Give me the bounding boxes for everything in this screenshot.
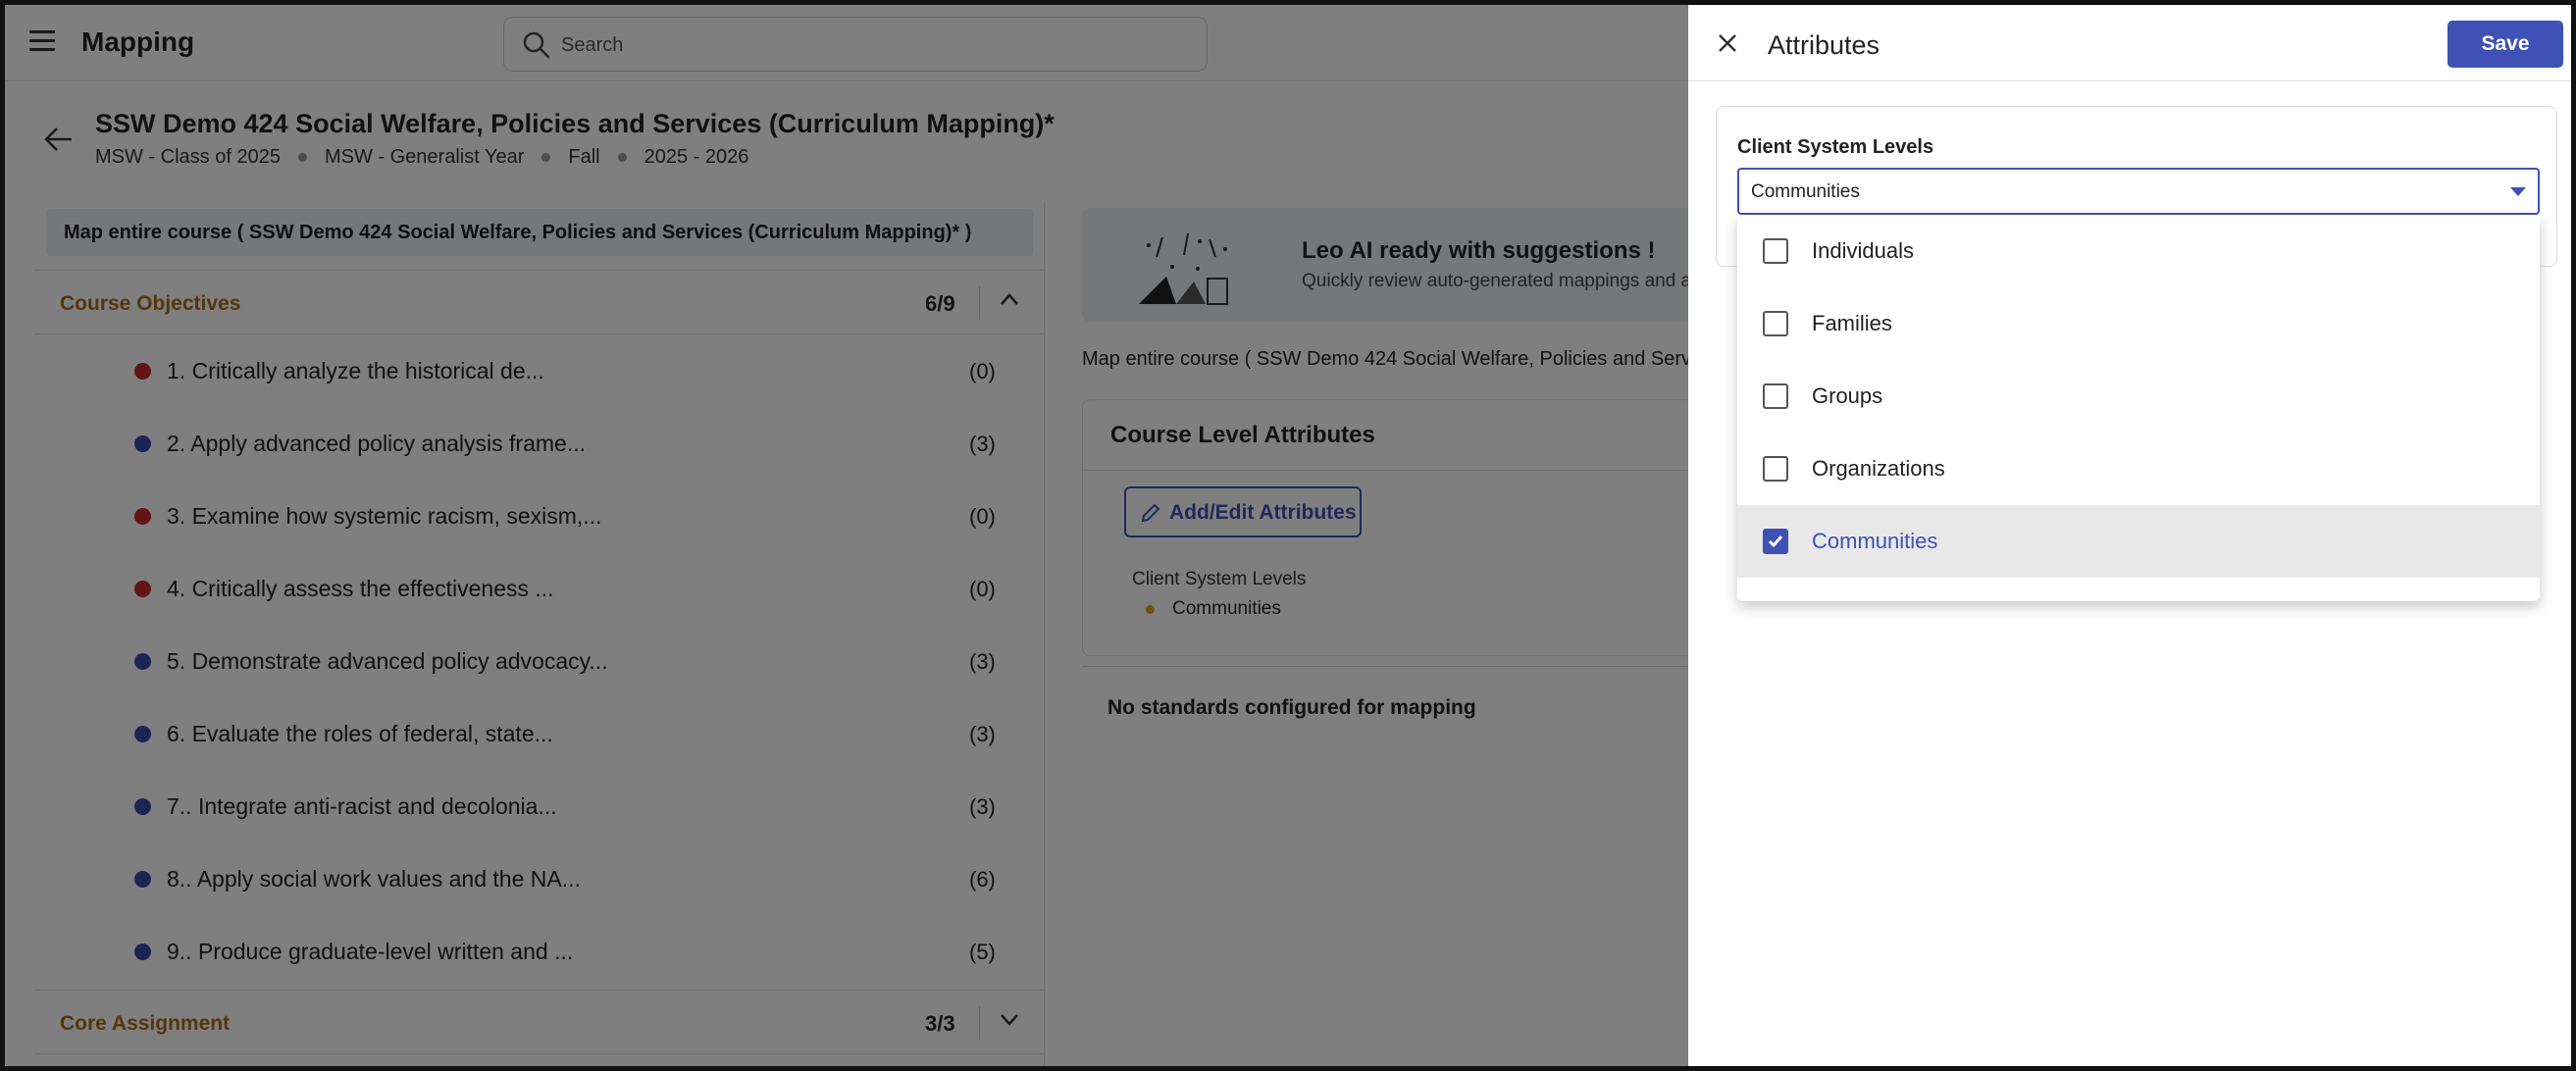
app-window: Mapping Search SSW Demo 424 Social Welfa… <box>0 0 2576 1071</box>
option-organizations[interactable]: Organizations <box>1737 433 2540 505</box>
options-dropdown: Individuals Families Groups Organizations Co… <box>1737 215 2540 601</box>
option-communities[interactable]: Communities <box>1737 505 2540 578</box>
checkbox-icon[interactable] <box>1763 383 1788 409</box>
option-label: Groups <box>1812 383 1883 408</box>
option-label: Individuals <box>1812 238 1914 263</box>
checkmark-icon <box>1768 536 1783 548</box>
field-label: Client System Levels <box>1737 136 1934 158</box>
checkbox-icon[interactable] <box>1763 456 1788 482</box>
checkbox-icon[interactable] <box>1763 311 1788 336</box>
option-groups[interactable]: Groups <box>1737 360 2540 433</box>
select-value: Communities <box>1751 181 1860 202</box>
dropdown-caret-icon[interactable] <box>2510 187 2526 196</box>
option-families[interactable]: Families <box>1737 287 2540 360</box>
option-label: Families <box>1812 311 1892 335</box>
close-icon[interactable] <box>1718 33 1737 53</box>
checkbox-checked-icon[interactable] <box>1763 529 1788 554</box>
panel-header: Attributes Save <box>1688 5 2571 81</box>
modal-backdrop[interactable] <box>5 5 1688 1066</box>
save-button[interactable]: Save <box>2447 21 2563 68</box>
checkbox-icon[interactable] <box>1763 238 1788 264</box>
option-individuals[interactable]: Individuals <box>1737 215 2540 287</box>
option-label: Communities <box>1812 529 1938 553</box>
client-system-levels-select[interactable]: Communities <box>1737 168 2540 215</box>
option-label: Organizations <box>1812 456 1945 481</box>
panel-title: Attributes <box>1768 30 1880 60</box>
attributes-panel: Attributes Save Client System Levels Com… <box>1688 5 2571 1066</box>
